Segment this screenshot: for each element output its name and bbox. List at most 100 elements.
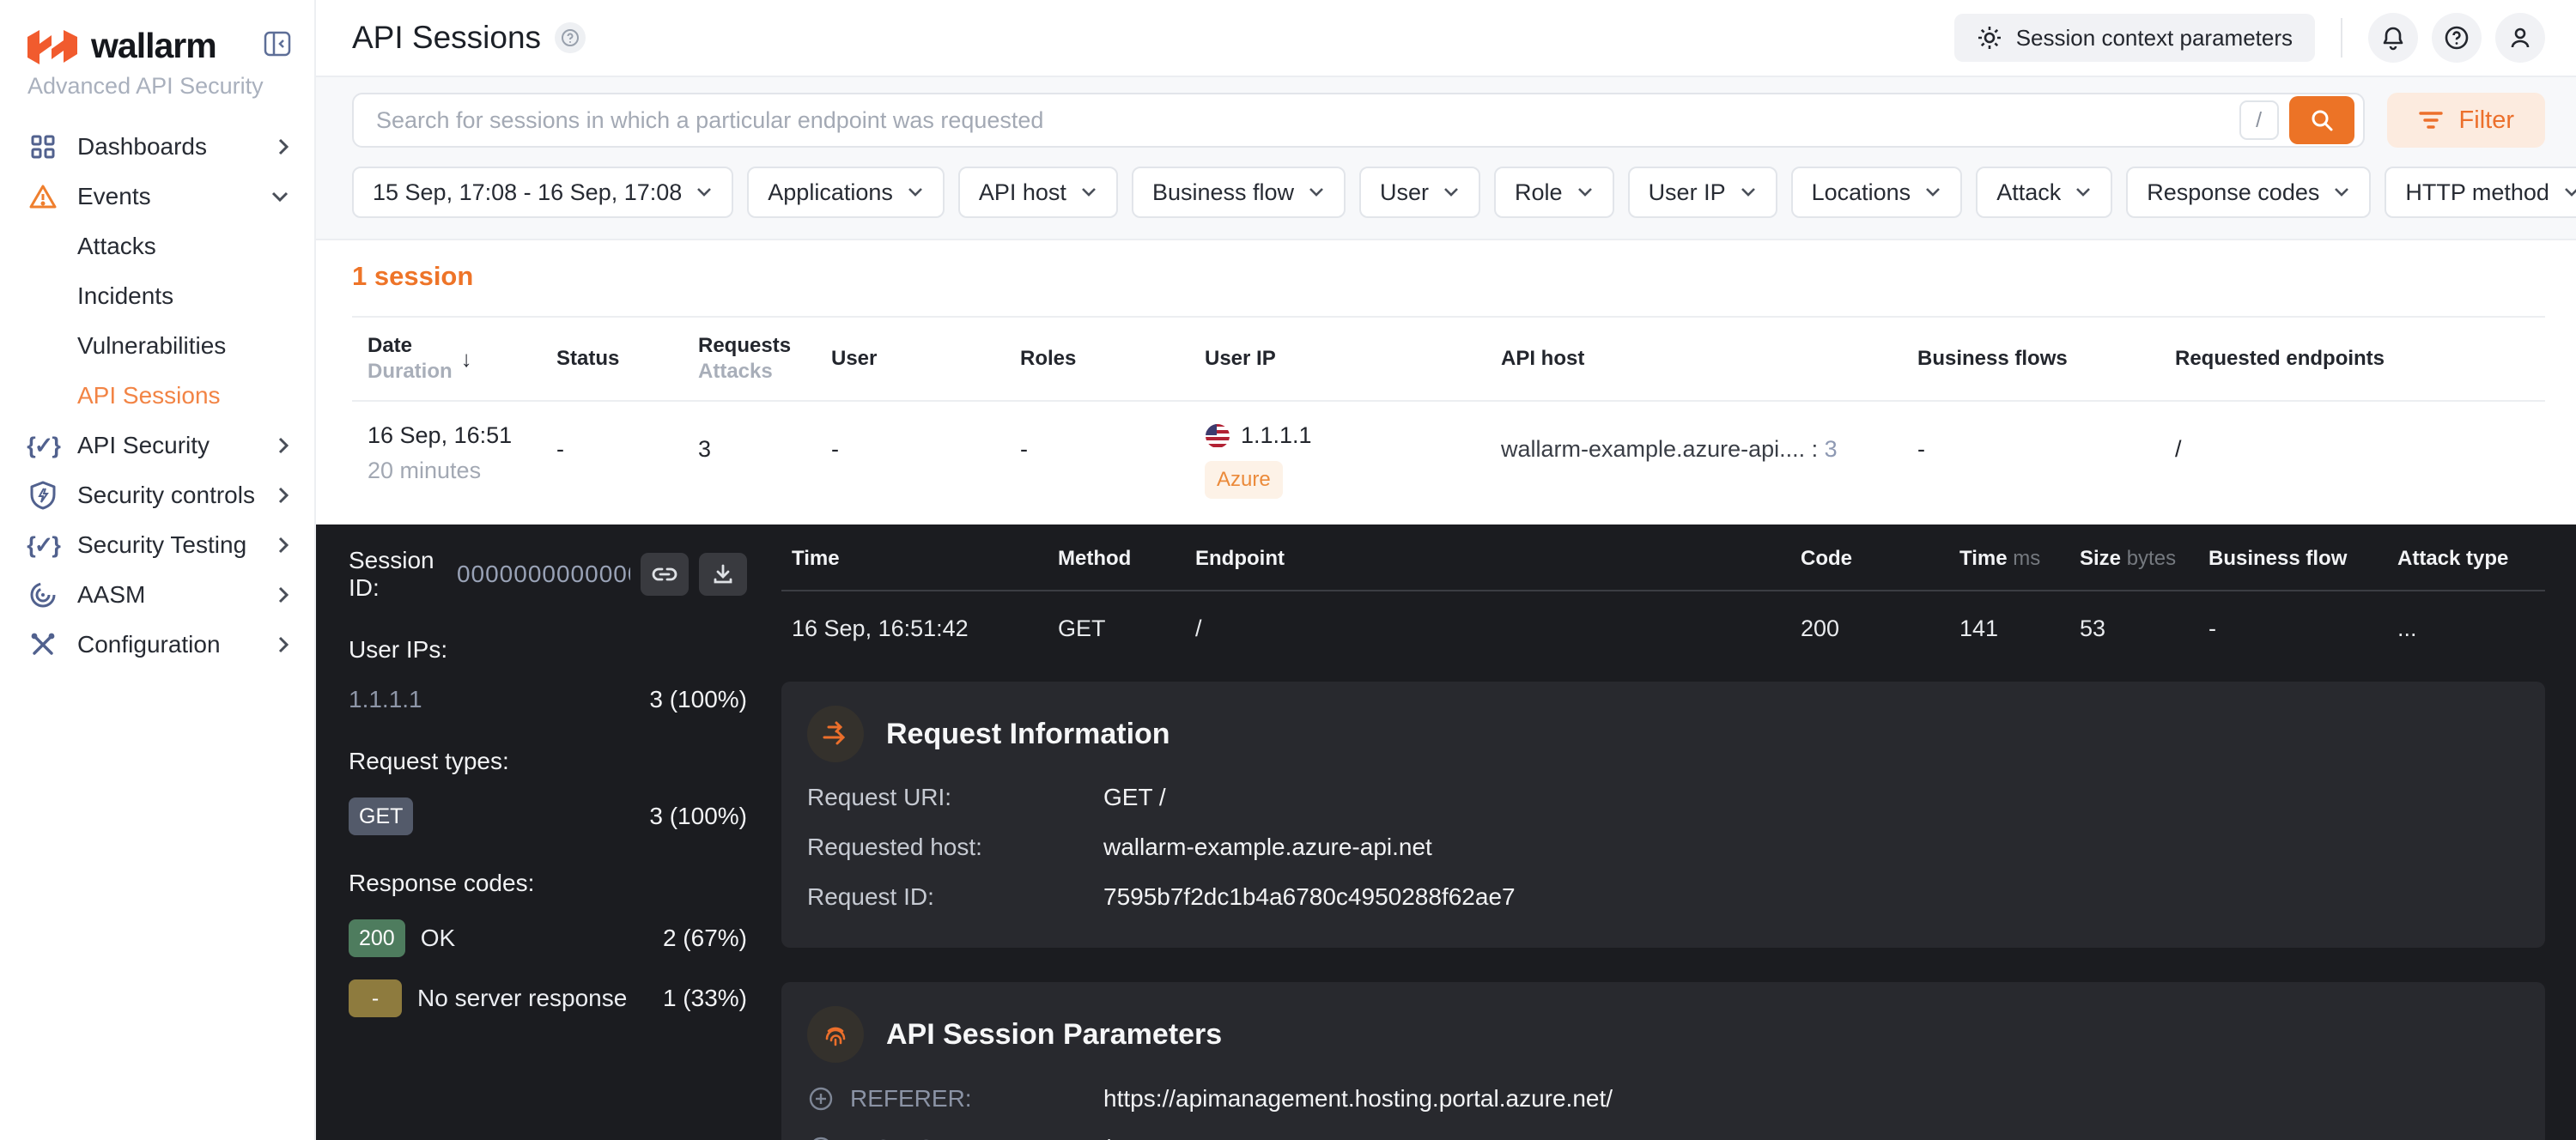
chip-label: Role	[1515, 179, 1563, 206]
request-row[interactable]: 16 Sep, 16:51:42 GET / 200 141 53 - ...	[781, 591, 2545, 668]
chip-label: API host	[979, 179, 1066, 206]
sidebar-item-vulnerabilities[interactable]: Vulnerabilities	[0, 321, 314, 371]
chevron-down-icon	[1924, 186, 1941, 198]
session-user-ip[interactable]: 1.1.1.1	[1241, 422, 1312, 449]
column-method: Method	[1058, 547, 1195, 571]
sidebar-item-events[interactable]: Events	[0, 172, 314, 221]
sidebar-item-aasm[interactable]: AASM	[0, 570, 314, 620]
filter-chip-user[interactable]: User	[1359, 167, 1480, 218]
sidebar-item-label: Dashboards	[77, 133, 207, 161]
code-name: OK	[421, 925, 455, 952]
column-business-flows[interactable]: Business flows	[1917, 333, 2175, 385]
column-user[interactable]: User	[831, 333, 1020, 385]
link-icon	[652, 565, 677, 584]
x-original-url-row: X-ORIGINAL-URL: /	[807, 1135, 2516, 1140]
filter-chip-applications[interactable]: Applications	[747, 167, 945, 218]
sort-desc-icon[interactable]: ↓	[461, 346, 472, 372]
slash-shortcut-hint: /	[2239, 100, 2279, 140]
braces-check-icon: {✓}	[27, 433, 58, 459]
chip-label: Attack	[1996, 179, 2061, 206]
request-types-label: Request types:	[349, 748, 747, 775]
question-circle-icon	[2443, 24, 2470, 52]
sidebar-item-security-testing[interactable]: {✓} Security Testing	[0, 520, 314, 570]
column-requested-endpoints[interactable]: Requested endpoints	[2175, 333, 2545, 385]
card-title: Request Information	[886, 718, 1170, 751]
download-button[interactable]	[699, 553, 747, 596]
brand-name: wallarm	[91, 26, 216, 66]
filter-button[interactable]: Filter	[2387, 93, 2545, 148]
filter-chip-response-codes[interactable]: Response codes	[2126, 167, 2371, 218]
chevron-down-icon	[1080, 186, 1097, 198]
request-type-row: GET 3 (100%)	[349, 797, 747, 835]
azure-tag[interactable]: Azure	[1205, 461, 1283, 499]
column-user-ip[interactable]: User IP	[1205, 333, 1501, 385]
session-date: 16 Sep, 16:51	[368, 422, 556, 449]
sidebar-item-api-sessions[interactable]: API Sessions	[0, 371, 314, 421]
bell-icon	[2380, 25, 2406, 51]
column-api-host[interactable]: API host	[1501, 333, 1917, 385]
cell-user: -	[831, 422, 1020, 463]
x-original-url-value: /	[1103, 1135, 1110, 1140]
sidebar-item-attacks[interactable]: Attacks	[0, 221, 314, 271]
user-ip-count: 3 (100%)	[649, 686, 747, 713]
brand-block: wallarm Advanced API Security	[0, 0, 314, 115]
circle-plus-icon[interactable]	[807, 1135, 835, 1140]
page-help-icon[interactable]	[555, 22, 586, 53]
column-date-duration[interactable]: Date Duration ↓	[368, 333, 556, 385]
help-button[interactable]	[2432, 13, 2482, 63]
gear-icon	[1977, 25, 2002, 51]
column-time-ms: Time ms	[1959, 547, 2080, 571]
chevron-down-icon	[2333, 186, 2350, 198]
account-button[interactable]	[2495, 13, 2545, 63]
sidebar-item-configuration[interactable]: Configuration	[0, 620, 314, 670]
column-status[interactable]: Status	[556, 333, 698, 385]
search-button[interactable]	[2289, 96, 2354, 144]
notifications-button[interactable]	[2368, 13, 2418, 63]
chevron-right-icon	[276, 136, 290, 157]
x-original-url-label: X-ORIGINAL-URL:	[850, 1135, 1103, 1140]
topbar-divider	[2341, 18, 2342, 58]
sidebar-item-api-security[interactable]: {✓} API Security	[0, 421, 314, 470]
sidebar-item-incidents[interactable]: Incidents	[0, 271, 314, 321]
sidebar-item-label: Security Testing	[77, 531, 246, 559]
cell-attack-type: ...	[2397, 615, 2545, 642]
filter-chip-role[interactable]: Role	[1494, 167, 1614, 218]
sidebar-nav: Dashboards Events Attacks	[0, 115, 314, 670]
filter-chip-business-flow[interactable]: Business flow	[1132, 167, 1346, 218]
circle-plus-icon[interactable]	[807, 1085, 835, 1113]
session-context-parameters-button[interactable]: Session context parameters	[1954, 14, 2315, 62]
user-ip-value[interactable]: 1.1.1.1	[349, 686, 422, 713]
session-count: 1 session	[352, 261, 2545, 292]
person-icon	[2507, 25, 2533, 51]
session-detail-panel: Session ID: 00000000000000...	[316, 525, 2576, 1140]
sidebar-collapse-button[interactable]	[263, 29, 292, 58]
filter-chip-daterange[interactable]: 15 Sep, 17:08 - 16 Sep, 17:08	[352, 167, 733, 218]
column-business-flow: Business flow	[2208, 547, 2397, 571]
column-requests-attacks[interactable]: Requests Attacks	[698, 333, 831, 385]
filter-chip-attack[interactable]: Attack	[1976, 167, 2112, 218]
filter-chip-api-host[interactable]: API host	[958, 167, 1118, 218]
search-box[interactable]: /	[352, 93, 2365, 148]
session-api-host[interactable]: wallarm-example.azure-api....	[1501, 436, 1805, 462]
session-row[interactable]: 16 Sep, 16:51 20 minutes - 3 - -	[352, 402, 2545, 525]
chip-label: User	[1380, 179, 1429, 206]
column-attack-type: Attack type	[2397, 547, 2545, 571]
filter-chip-http-method[interactable]: HTTP method	[2385, 167, 2576, 218]
sidebar-item-security-controls[interactable]: Security controls	[0, 470, 314, 520]
radar-rings-icon	[27, 581, 58, 609]
copy-link-button[interactable]	[641, 553, 689, 596]
chevron-right-icon	[276, 585, 290, 605]
session-id-value[interactable]: 00000000000000...	[457, 561, 630, 588]
search-input[interactable]	[374, 106, 2239, 135]
fingerprint-icon	[807, 1006, 864, 1063]
filter-button-label: Filter	[2459, 106, 2514, 135]
chevron-right-icon	[276, 435, 290, 456]
api-session-parameters-card: API Session Parameters REFERER: https://…	[781, 982, 2545, 1140]
filter-chip-locations[interactable]: Locations	[1791, 167, 1963, 218]
filter-chip-user-ip[interactable]: User IP	[1628, 167, 1777, 218]
request-arrow-icon	[807, 706, 864, 762]
sidebar-item-label: Vulnerabilities	[77, 332, 226, 360]
column-roles[interactable]: Roles	[1020, 333, 1205, 385]
sidebar-item-dashboards[interactable]: Dashboards	[0, 122, 314, 172]
warning-triangle-icon	[27, 183, 58, 210]
